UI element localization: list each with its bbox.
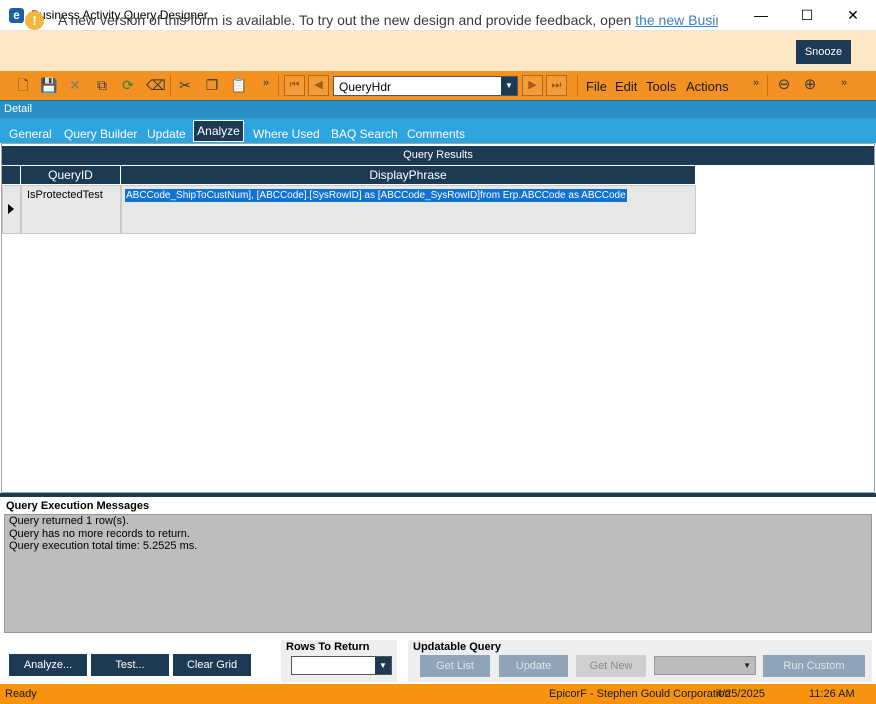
column-header-displayphrase[interactable]: DisplayPhrase [121, 166, 696, 184]
clear-icon[interactable]: ⌫ [146, 77, 166, 93]
new-baq-link[interactable]: the new Business Activity Query (BAQ) [635, 12, 718, 28]
messages-title: Query Execution Messages [6, 500, 150, 512]
grid-title: Query Results [2, 146, 874, 165]
tab-baq-search[interactable]: BAQ Search [331, 127, 398, 141]
test-button[interactable]: Test... [91, 654, 169, 676]
detail-strip: Detail [0, 100, 876, 118]
chevron-down-icon[interactable]: ▼ [375, 657, 391, 674]
toolbar-separator [170, 75, 171, 96]
table-cell-queryid[interactable]: IsProtectedTest [21, 185, 121, 234]
record-select-dropdown[interactable]: QueryHdr ▼ [333, 76, 518, 96]
row-pointer-icon [8, 204, 14, 214]
detail-label: Detail [4, 103, 33, 115]
maximize-button[interactable]: ☐ [784, 0, 830, 31]
nav-more-icon[interactable]: » [836, 75, 852, 91]
status-company: EpicorF - Stephen Gould Corporation [549, 688, 731, 700]
new-icon[interactable]: 🗋 [15, 77, 31, 93]
toolbar-separator [278, 75, 279, 96]
menu-more-icon[interactable]: » [748, 75, 764, 91]
tab-update[interactable]: Update [147, 127, 186, 141]
snooze-button[interactable]: Snooze [796, 40, 851, 64]
analyze-button[interactable]: Analyze... [9, 654, 87, 676]
tab-comments[interactable]: Comments [407, 127, 465, 141]
row-selector-header [2, 166, 21, 184]
rows-to-return-select[interactable]: ▼ [291, 656, 392, 675]
status-date: 4/25/2025 [716, 688, 765, 700]
status-state: Ready [5, 688, 37, 700]
tab-general[interactable]: General [9, 127, 52, 141]
chevron-down-icon[interactable]: ▼ [743, 661, 751, 670]
status-time: 11:26 AM [809, 688, 855, 700]
message-line: Query execution total time: 5.2525 ms. [9, 540, 198, 552]
tab-analyze[interactable]: Analyze [193, 120, 244, 142]
app-logo-icon: e [9, 8, 24, 23]
back-icon[interactable]: ⊖ [776, 77, 792, 93]
first-record-icon[interactable]: ⏮ [284, 75, 305, 96]
run-custom-button[interactable]: Run Custom [763, 655, 865, 677]
cut-icon[interactable]: ✂ [177, 77, 193, 93]
close-button[interactable]: ✕ [830, 0, 876, 31]
prev-record-icon[interactable]: ◀ [308, 75, 329, 96]
displayphrase-value: ABCCode_ShipToCustNum], [ABCCode].[SysRo… [125, 189, 627, 202]
menu-tools[interactable]: Tools [646, 79, 676, 94]
toolbar-separator [767, 75, 768, 96]
new-version-banner [0, 31, 876, 71]
forward-icon[interactable]: ⊕ [802, 77, 818, 93]
delete-icon[interactable]: ✕ [67, 77, 83, 93]
get-new-button[interactable]: Get New [576, 655, 646, 677]
clear-grid-button[interactable]: Clear Grid [173, 654, 251, 676]
warning-icon: ! [25, 11, 44, 30]
update-button[interactable]: Update [499, 655, 568, 677]
copy-icon[interactable]: ⧉ [94, 77, 110, 93]
minimize-button[interactable]: — [738, 0, 784, 31]
message-line: Query returned 1 row(s). [9, 515, 129, 527]
splitter[interactable] [0, 493, 876, 497]
custom-action-select[interactable]: ▼ [654, 656, 756, 675]
banner-message: A new version of this form is available.… [58, 12, 636, 28]
save-icon[interactable]: 💾 [40, 77, 57, 93]
refresh-icon[interactable]: ⟳ [120, 77, 136, 93]
get-list-button[interactable]: Get List [420, 655, 490, 677]
paste-icon[interactable]: 📋 [230, 77, 247, 93]
message-line: Query has no more records to return. [9, 528, 190, 540]
column-header-queryid[interactable]: QueryID [21, 166, 121, 184]
rows-to-return-label: Rows To Return [286, 641, 370, 653]
updatable-query-label: Updatable Query [413, 641, 502, 653]
queryid-value: IsProtectedTest [27, 189, 103, 201]
table-cell-displayphrase[interactable]: ABCCode_ShipToCustNum], [ABCCode].[SysRo… [121, 185, 696, 234]
banner-text: A new version of this form is available.… [58, 12, 718, 28]
toolbar-separator [577, 75, 578, 96]
copy2-icon[interactable]: ❐ [204, 77, 220, 93]
menu-file[interactable]: File [586, 79, 607, 94]
menu-actions[interactable]: Actions [686, 79, 729, 94]
toolbar-more-icon[interactable]: » [258, 75, 274, 91]
chevron-down-icon[interactable]: ▼ [501, 77, 517, 95]
tab-where-used[interactable]: Where Used [253, 127, 320, 141]
record-select-value: QueryHdr [339, 80, 392, 94]
next-record-icon[interactable]: ▶ [522, 75, 543, 96]
last-record-icon[interactable]: ⏭ [546, 75, 567, 96]
tab-query-builder[interactable]: Query Builder [64, 127, 137, 141]
menu-edit[interactable]: Edit [615, 79, 637, 94]
